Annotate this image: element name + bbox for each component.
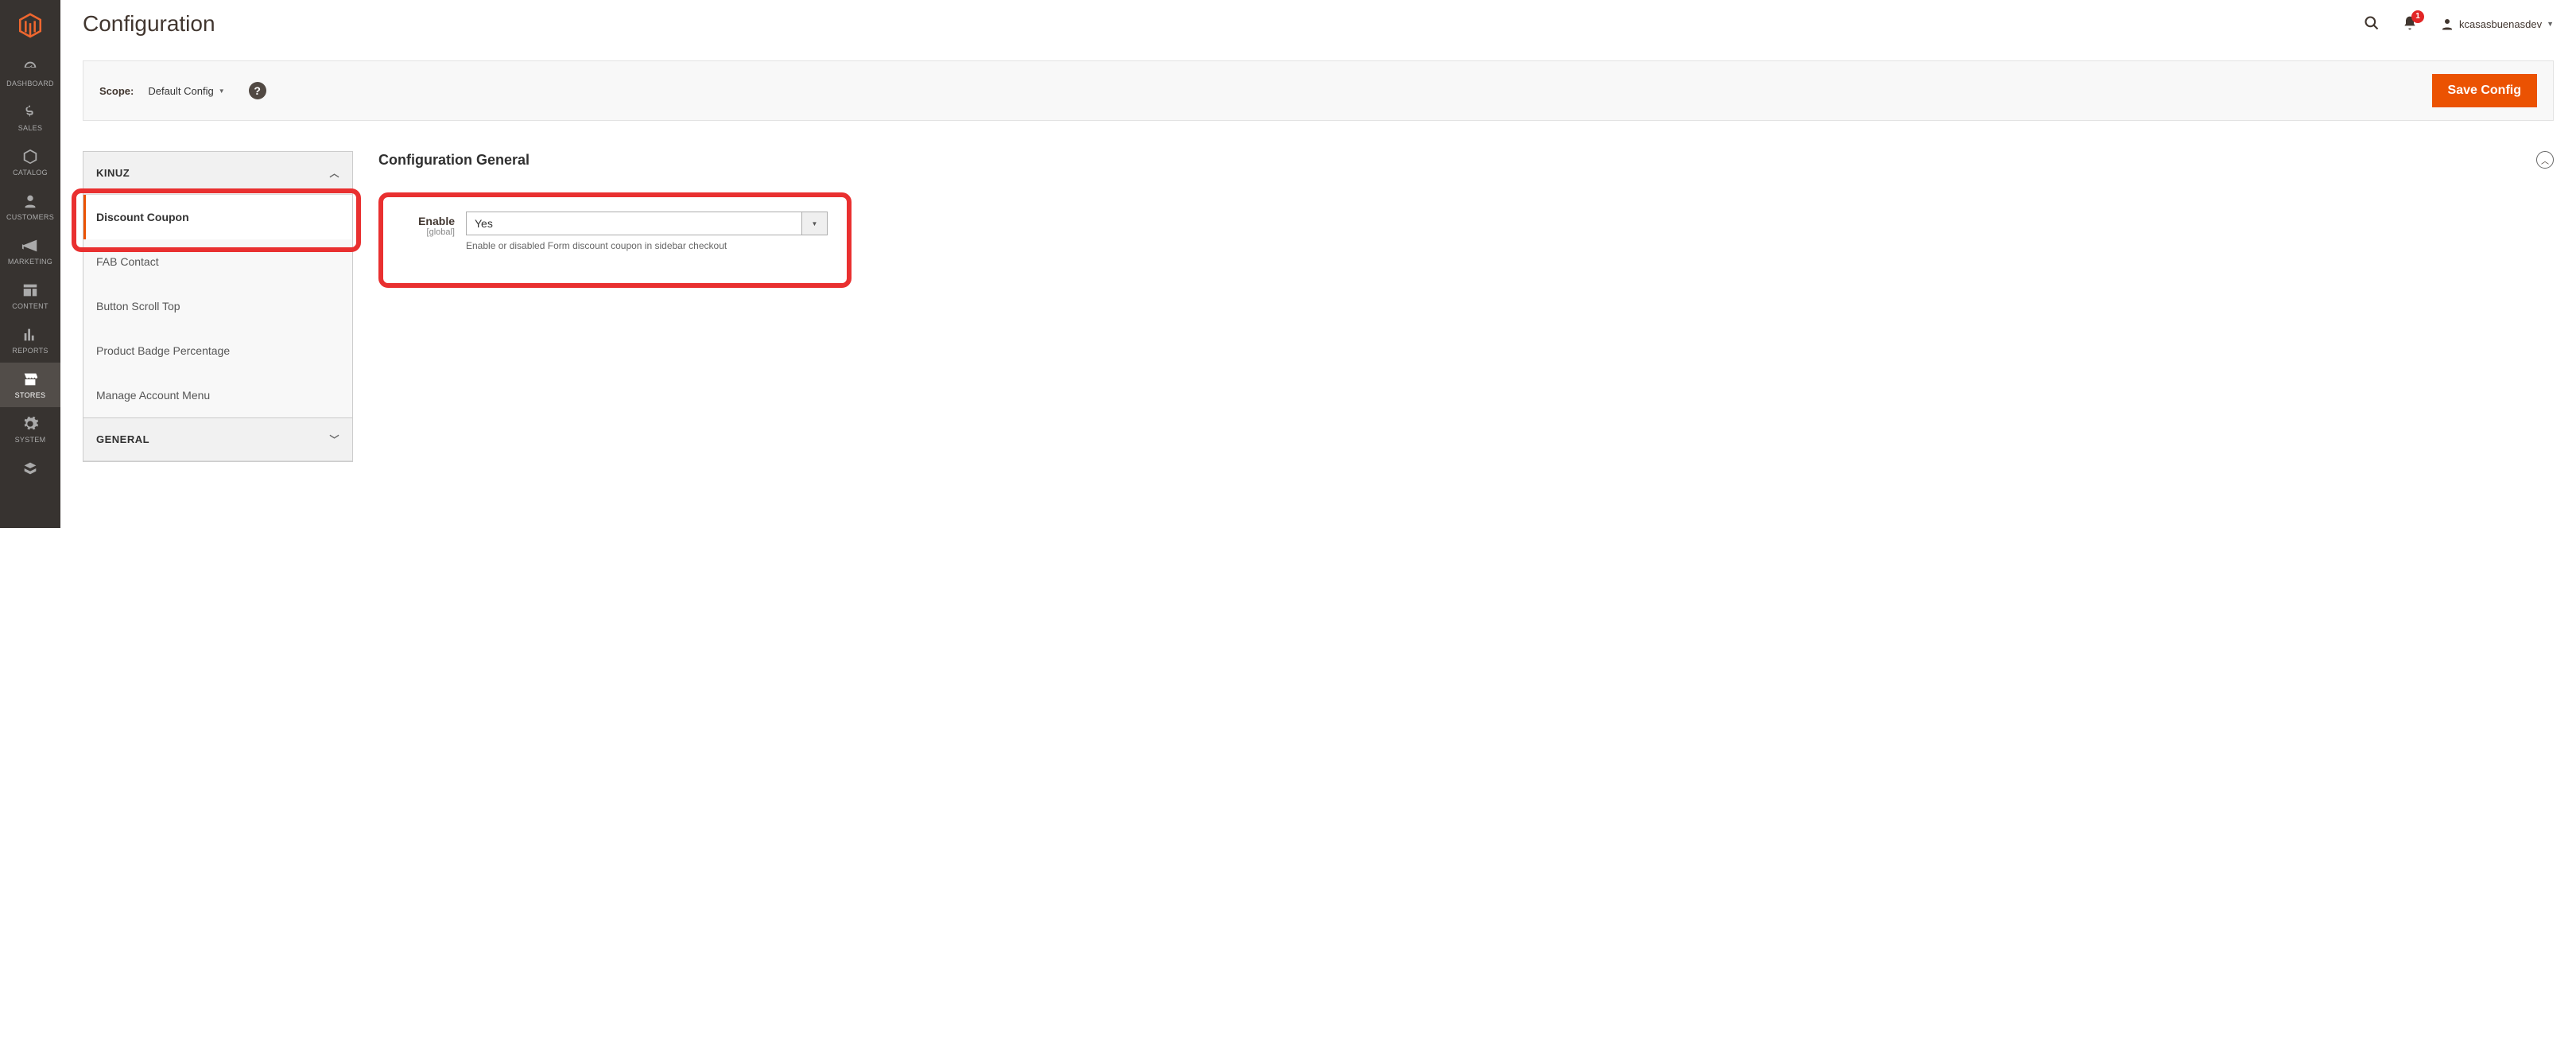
nav-label: SYSTEM xyxy=(15,436,46,444)
scope-selector[interactable]: Default Config ▼ xyxy=(148,85,224,97)
tab-group-title: KINUZ xyxy=(96,167,130,179)
nav-marketing[interactable]: MARKETING xyxy=(0,229,60,274)
nav-label: REPORTS xyxy=(12,347,48,355)
main-content: Configuration 1 kcasasbuenasdev ▼ Scope:… xyxy=(60,0,2576,528)
chevron-down-icon: ▼ xyxy=(219,87,225,95)
tab-group-title: GENERAL xyxy=(96,433,149,445)
field-enable: Enable [global] Yes ▼ Enable or disabled… xyxy=(393,212,2539,251)
config-tabs: KINUZ ︿ Discount Coupon FAB Contact Butt… xyxy=(83,151,353,462)
chevron-down-icon: ▼ xyxy=(2547,20,2554,28)
tab-group-kinuz[interactable]: KINUZ ︿ xyxy=(83,152,352,195)
search-icon[interactable] xyxy=(2364,15,2380,33)
select-value: Yes xyxy=(466,212,802,235)
chevron-down-icon: ﹀ xyxy=(329,433,339,446)
tab-button-scroll-top[interactable]: Button Scroll Top xyxy=(83,284,352,328)
user-name: kcasasbuenasdev xyxy=(2459,18,2542,30)
help-icon[interactable]: ? xyxy=(249,82,266,99)
page-header: Configuration 1 kcasasbuenasdev ▼ xyxy=(83,11,2554,37)
nav-label: CONTENT xyxy=(12,302,48,310)
enable-select[interactable]: Yes ▼ xyxy=(466,212,828,235)
nav-label: CATALOG xyxy=(13,169,48,177)
nav-label: SALES xyxy=(18,124,43,132)
field-label: Enable xyxy=(393,215,455,227)
panel-title: Configuration General xyxy=(378,152,530,169)
scope-bar: Scope: Default Config ▼ ? Save Config xyxy=(83,60,2554,121)
notification-badge: 1 xyxy=(2411,10,2424,23)
notifications-icon[interactable]: 1 xyxy=(2402,15,2418,33)
field-scope: [global] xyxy=(393,227,455,237)
nav-extensions[interactable] xyxy=(0,452,60,477)
nav-content[interactable]: CONTENT xyxy=(0,274,60,318)
save-config-button[interactable]: Save Config xyxy=(2432,74,2537,107)
collapse-section-button[interactable]: ︿ xyxy=(2536,151,2554,169)
tab-product-badge-percentage[interactable]: Product Badge Percentage xyxy=(83,328,352,373)
field-note: Enable or disabled Form discount coupon … xyxy=(466,240,828,251)
nav-system[interactable]: SYSTEM xyxy=(0,407,60,452)
nav-label: MARKETING xyxy=(8,258,52,266)
user-menu[interactable]: kcasasbuenasdev ▼ xyxy=(2440,17,2554,31)
tab-discount-coupon[interactable]: Discount Coupon xyxy=(83,195,352,239)
tab-group-general[interactable]: GENERAL ﹀ xyxy=(83,417,352,461)
header-actions: 1 kcasasbuenasdev ▼ xyxy=(2364,15,2554,33)
scope-label: Scope: xyxy=(99,85,134,97)
config-panel: Configuration General ︿ Enable [global] … xyxy=(378,151,2554,462)
user-icon xyxy=(2440,17,2454,31)
page-title: Configuration xyxy=(83,11,215,37)
nav-label: STORES xyxy=(15,391,46,399)
magento-logo[interactable] xyxy=(0,0,60,51)
nav-catalog[interactable]: CATALOG xyxy=(0,140,60,184)
admin-sidebar: DASHBOARD SALES CATALOG CUSTOMERS MARKET… xyxy=(0,0,60,528)
nav-dashboard[interactable]: DASHBOARD xyxy=(0,51,60,95)
nav-customers[interactable]: CUSTOMERS xyxy=(0,184,60,229)
nav-label: CUSTOMERS xyxy=(6,213,54,221)
scope-value: Default Config xyxy=(148,85,213,97)
nav-label: DASHBOARD xyxy=(6,80,54,87)
tab-manage-account-menu[interactable]: Manage Account Menu xyxy=(83,373,352,417)
chevron-up-icon: ︿ xyxy=(329,166,339,180)
chevron-down-icon: ▼ xyxy=(802,212,828,235)
nav-sales[interactable]: SALES xyxy=(0,95,60,140)
tab-fab-contact[interactable]: FAB Contact xyxy=(83,239,352,284)
nav-stores[interactable]: STORES xyxy=(0,363,60,407)
nav-reports[interactable]: REPORTS xyxy=(0,318,60,363)
